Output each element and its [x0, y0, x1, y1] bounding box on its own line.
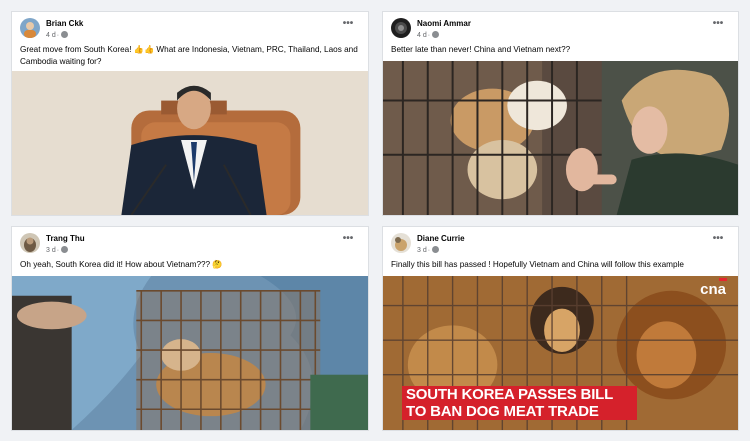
post-image[interactable]	[383, 61, 738, 215]
avatar[interactable]	[20, 233, 40, 253]
avatar[interactable]	[391, 18, 411, 38]
post-time[interactable]: 3 d	[46, 247, 56, 254]
author-name[interactable]: Trang Thu	[46, 234, 85, 243]
post-text: Great move from South Korea! 👍👍 What are…	[20, 45, 358, 66]
avatar[interactable]	[391, 233, 411, 253]
post-time[interactable]: 4 d	[417, 32, 427, 39]
post-time[interactable]: 3 d	[417, 247, 427, 254]
more-options-icon[interactable]: •••	[710, 234, 726, 247]
post-image[interactable]	[12, 276, 368, 430]
post-meta: 3 d·	[417, 246, 440, 254]
globe-icon	[432, 246, 440, 253]
post-header: Naomi Ammar 4 d· •••	[391, 18, 730, 44]
news-headline-line-2: TO BAN DOG MEAT TRADE	[402, 403, 637, 420]
more-options-icon[interactable]: •••	[710, 19, 726, 32]
avatar[interactable]	[20, 18, 40, 38]
post-text: Oh yeah, South Korea did it! How about V…	[20, 260, 223, 269]
news-headline-line-1: SOUTH KOREA PASSES BILL	[402, 386, 637, 403]
author-name[interactable]: Brian Ckk	[46, 19, 83, 28]
post-text: Finally this bill has passed ! Hopefully…	[391, 260, 684, 269]
separator: ·	[56, 247, 60, 254]
author-name[interactable]: Naomi Ammar	[417, 19, 471, 28]
separator: ·	[427, 32, 431, 39]
globe-icon	[61, 31, 69, 38]
separator: ·	[56, 32, 60, 39]
author-name[interactable]: Diane Currie	[417, 234, 465, 243]
post-card: Diane Currie 3 d· ••• Finally this bill …	[382, 226, 739, 431]
post-card: Brian Ckk 4 d· ••• Great move from South…	[11, 11, 369, 216]
more-options-icon[interactable]: •••	[340, 234, 356, 247]
post-image[interactable]: cna SOUTH KOREA PASSES BILL TO BAN DOG M…	[383, 276, 738, 430]
post-meta: 3 d·	[46, 246, 69, 254]
post-meta: 4 d·	[417, 31, 440, 39]
separator: ·	[427, 247, 431, 254]
globe-icon	[432, 31, 440, 38]
more-options-icon[interactable]: •••	[340, 19, 356, 32]
post-header: Trang Thu 3 d· •••	[20, 233, 360, 259]
post-time[interactable]: 4 d	[46, 32, 56, 39]
post-header: Diane Currie 3 d· •••	[391, 233, 730, 259]
post-meta: 4 d·	[46, 31, 69, 39]
globe-icon	[61, 246, 69, 253]
news-logo: cna	[700, 281, 726, 298]
post-header: Brian Ckk 4 d· •••	[20, 18, 360, 44]
post-card: Naomi Ammar 4 d· ••• Better late than ne…	[382, 11, 739, 216]
post-text: Better late than never! China and Vietna…	[391, 45, 571, 54]
post-image[interactable]	[12, 71, 368, 215]
post-card: Trang Thu 3 d· ••• Oh yeah, South Korea …	[11, 226, 369, 431]
